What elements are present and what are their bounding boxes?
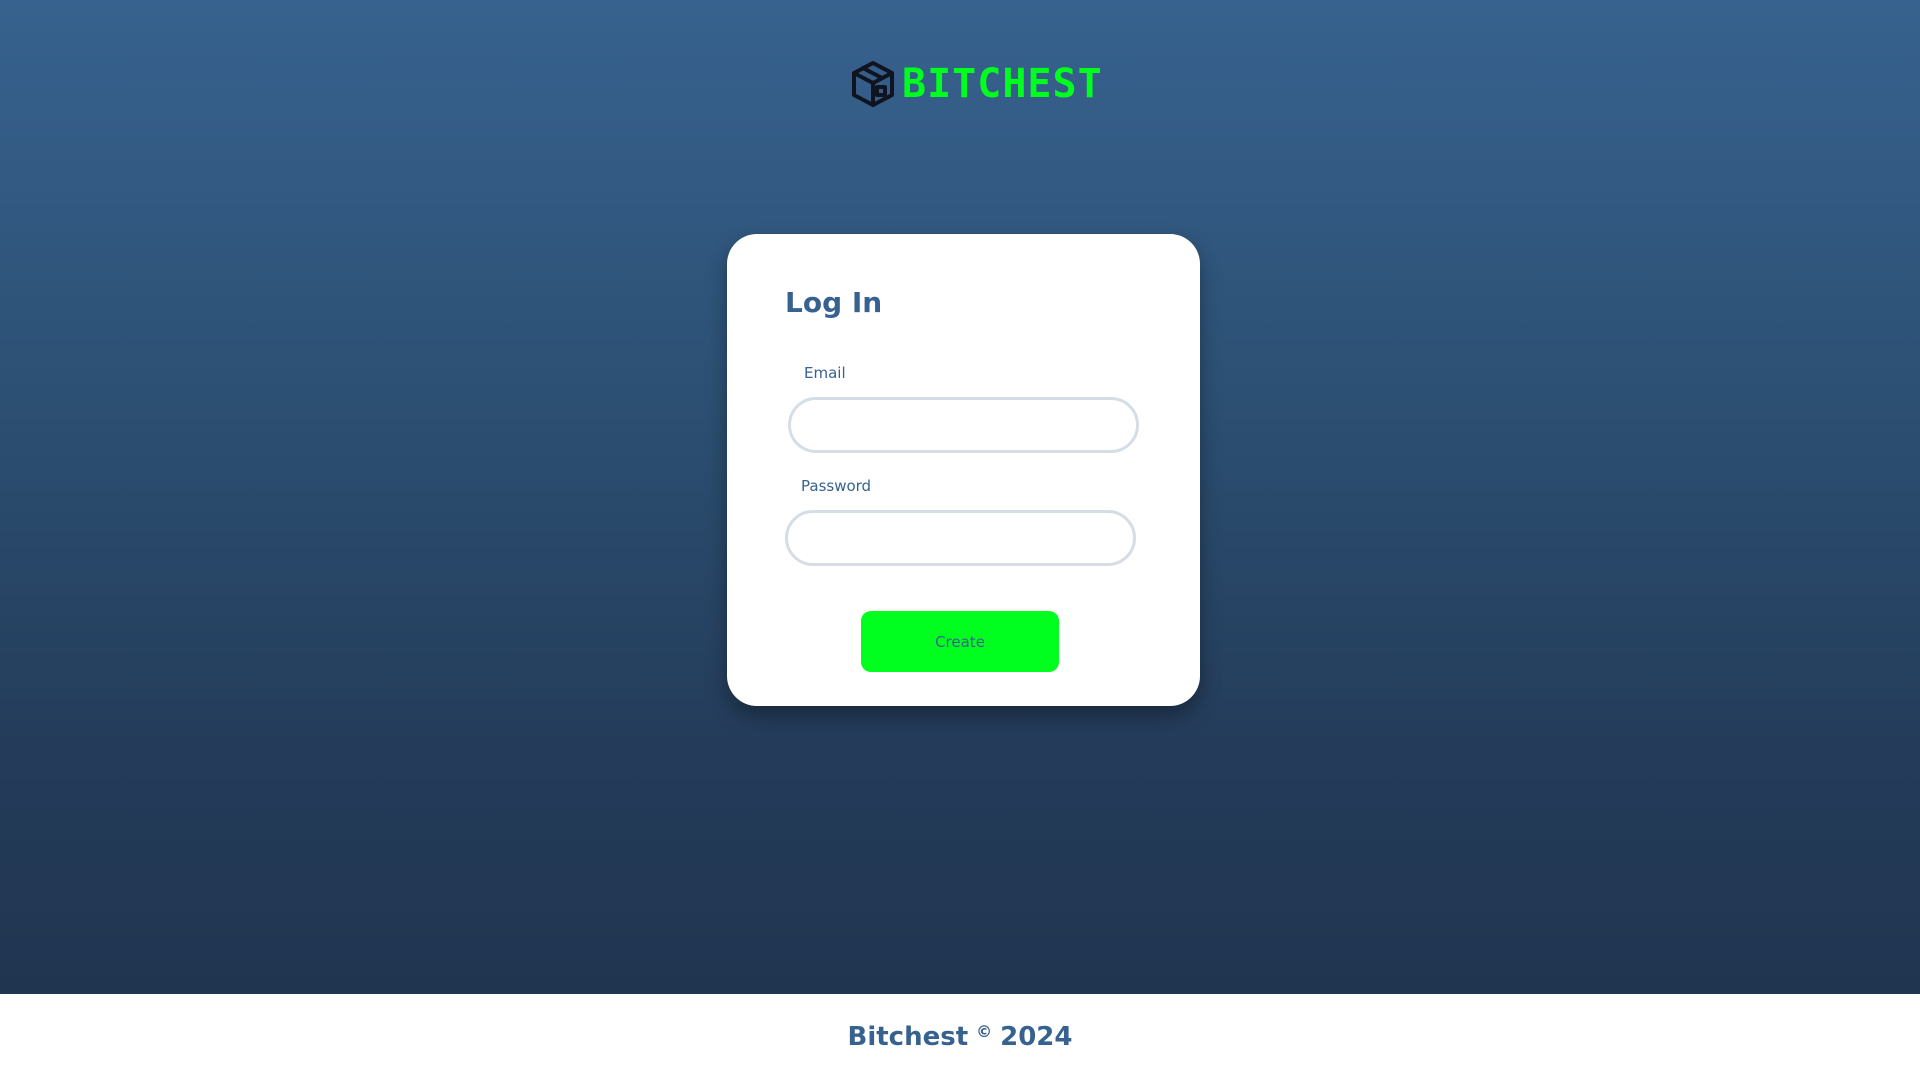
hero-background: BITCHEST Log In Email Password Create	[0, 0, 1920, 994]
footer-year: 2024	[1000, 1022, 1073, 1052]
password-label: Password	[801, 477, 872, 495]
login-page: BITCHEST Log In Email Password Create Bi…	[0, 0, 1920, 1080]
create-button[interactable]: Create	[861, 611, 1059, 672]
login-card: Log In Email Password Create	[727, 234, 1200, 706]
password-field[interactable]	[785, 510, 1136, 566]
email-field[interactable]	[788, 397, 1139, 453]
login-title: Log In	[785, 286, 883, 319]
copyright-symbol: ©	[976, 1022, 993, 1041]
footer-copyright: Bitchest © 2024	[848, 1022, 1073, 1052]
footer-company: Bitchest	[847, 1022, 969, 1052]
email-label: Email	[804, 364, 846, 382]
treasure-chest-cube-icon	[852, 61, 894, 107]
brand-logo[interactable]: BITCHEST	[850, 60, 1103, 108]
footer: Bitchest © 2024	[0, 994, 1920, 1080]
brand-name: BITCHEST	[902, 61, 1103, 107]
